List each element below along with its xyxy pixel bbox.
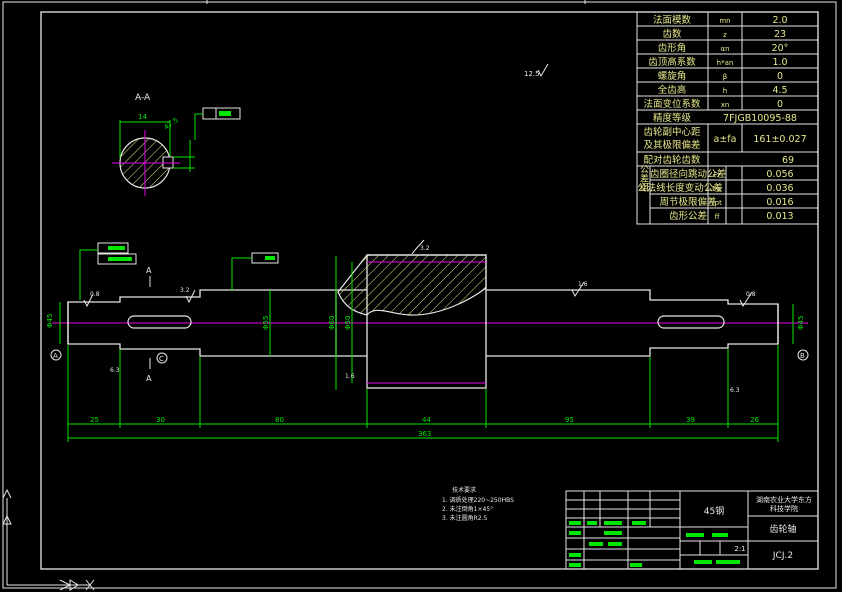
svg-text:1.6: 1.6 bbox=[345, 373, 355, 380]
dim-80: 80 bbox=[275, 416, 284, 424]
table-row-sym: h*an bbox=[717, 59, 734, 67]
section-title: A-A bbox=[135, 93, 151, 103]
svg-text:Φ45: Φ45 bbox=[46, 314, 54, 328]
table-row-val: 4.5 bbox=[772, 85, 787, 96]
svg-text:14: 14 bbox=[138, 113, 147, 121]
table-row-name: 法面变位系数 bbox=[643, 98, 701, 110]
table-row-name: 齿形角 bbox=[658, 42, 687, 54]
table-text: 法面模数 mn 2.0 齿数 z 23 齿形角 αn 20° 齿顶高系数 h*a… bbox=[637, 14, 806, 222]
note-line: 1. 调质处理220~250HBS bbox=[442, 496, 514, 504]
mate-gear-value: 69 bbox=[782, 155, 794, 166]
table-row-sym: xn bbox=[721, 101, 730, 109]
table-row-name: 螺旋角 bbox=[658, 70, 687, 82]
note-line: 2. 未注倒角1×45° bbox=[442, 505, 493, 513]
ucs-axis-icon bbox=[2, 488, 95, 591]
dim-25: 25 bbox=[90, 416, 99, 424]
general-roughness-symbol: 12.5 bbox=[524, 63, 549, 78]
dim-95: 95 bbox=[565, 416, 574, 424]
svg-text:12.5: 12.5 bbox=[524, 70, 540, 78]
svg-text:C: C bbox=[159, 355, 164, 363]
table-row-sym: mn bbox=[719, 17, 730, 25]
tolerance-val: 0.036 bbox=[766, 183, 793, 194]
svg-text:Φ50: Φ50 bbox=[344, 316, 352, 330]
drawing-number: JCJ.2 bbox=[772, 551, 793, 561]
cut-mark-a: A bbox=[146, 266, 152, 275]
notes-title: 技术要求 bbox=[452, 486, 476, 494]
tolerance-val: 0.056 bbox=[766, 169, 793, 180]
technical-requirements: 技术要求 1. 调质处理220~250HBS 2. 未注倒角1×45° 3. 未… bbox=[442, 486, 514, 522]
broken-section-hatch bbox=[337, 254, 487, 316]
tolerance-sym: Fr bbox=[714, 171, 721, 179]
right-keyway bbox=[657, 315, 725, 329]
tolerance-sym: fpt bbox=[712, 199, 722, 207]
tolerance-val: 0.013 bbox=[766, 211, 793, 222]
svg-text:6.3: 6.3 bbox=[730, 387, 740, 394]
precision-value: 7FJGB10095-88 bbox=[723, 113, 797, 124]
school-name: 湖南农业大学东方 bbox=[756, 495, 812, 504]
table-row-val: 23 bbox=[774, 29, 786, 40]
scale-value: 2:1 bbox=[734, 545, 745, 553]
part-name: 齿轮轴 bbox=[769, 523, 796, 535]
svg-text:Φ45: Φ45 bbox=[797, 316, 805, 330]
tolerance-name: 周节极限偏差 bbox=[659, 196, 716, 208]
table-row-val: 20° bbox=[772, 43, 789, 54]
precision-label: 精度等级 bbox=[653, 112, 692, 124]
note-line: 3. 未注圆角R2.5 bbox=[442, 514, 488, 522]
material-label: 45钢 bbox=[704, 505, 724, 517]
svg-text:B: B bbox=[800, 352, 805, 360]
table-row-val: 2.0 bbox=[772, 15, 787, 26]
left-keyway bbox=[127, 315, 192, 329]
table-row-name: 齿顶高系数 bbox=[648, 56, 696, 68]
tolerance-name: 齿形公差 bbox=[669, 210, 707, 222]
svg-text:3.2: 3.2 bbox=[420, 245, 430, 252]
dimension-text: 25 30 80 44 95 39 26 363 Φ45 Φ55 Φ60 Φ50… bbox=[46, 314, 805, 438]
svg-text:47.5: 47.5 bbox=[163, 116, 180, 131]
table-row-name: 齿数 bbox=[662, 28, 682, 40]
cad-drawing-canvas[interactable]: 法面模数 mn 2.0 齿数 z 23 齿形角 αn 20° 齿顶高系数 h*a… bbox=[0, 0, 842, 592]
dim-26: 26 bbox=[750, 416, 759, 424]
table-row-sym: z bbox=[723, 31, 727, 39]
table-row-val: 0 bbox=[777, 71, 783, 82]
tolerance-name: 公法线长度变动公差 bbox=[637, 182, 723, 194]
center-distance-value: 161±0.027 bbox=[753, 134, 806, 145]
table-row-val: 0 bbox=[777, 99, 783, 110]
table-row-name: 全齿高 bbox=[658, 84, 687, 96]
tolerance-val: 0.016 bbox=[766, 197, 793, 208]
table-row-name: 法面模数 bbox=[653, 14, 692, 26]
center-distance-sym: a±fa bbox=[714, 134, 737, 145]
center-distance-label: 及其极限偏差 bbox=[643, 139, 700, 151]
cut-mark-a: A bbox=[146, 374, 152, 383]
tolerance-sym: ff bbox=[715, 213, 720, 221]
dim-overall: 363 bbox=[418, 430, 431, 438]
school-name: 科技学院 bbox=[770, 504, 798, 513]
table-row-sym: αn bbox=[720, 45, 729, 53]
svg-text:Φ60: Φ60 bbox=[328, 316, 336, 330]
tolerance-sym: Fw bbox=[712, 185, 722, 193]
table-row-val: 1.0 bbox=[772, 57, 787, 68]
dim-30: 30 bbox=[156, 416, 165, 424]
center-distance-label: 齿轮副中心距 bbox=[643, 126, 701, 138]
table-row-sym: β bbox=[723, 73, 727, 81]
svg-text:Φ55: Φ55 bbox=[262, 316, 270, 330]
section-view-aa: A-A 14 47.5 bbox=[112, 93, 241, 196]
mate-gear-label: 配对齿轮齿数 bbox=[643, 154, 701, 166]
table-row-sym: h bbox=[723, 87, 727, 95]
dim-39: 39 bbox=[686, 416, 695, 424]
gear-shaft-main-view: A B C A A bbox=[50, 242, 809, 389]
dim-44: 44 bbox=[422, 416, 431, 424]
svg-text:3.2: 3.2 bbox=[180, 287, 190, 294]
svg-text:6.3: 6.3 bbox=[110, 367, 120, 374]
svg-text:A: A bbox=[53, 352, 58, 360]
